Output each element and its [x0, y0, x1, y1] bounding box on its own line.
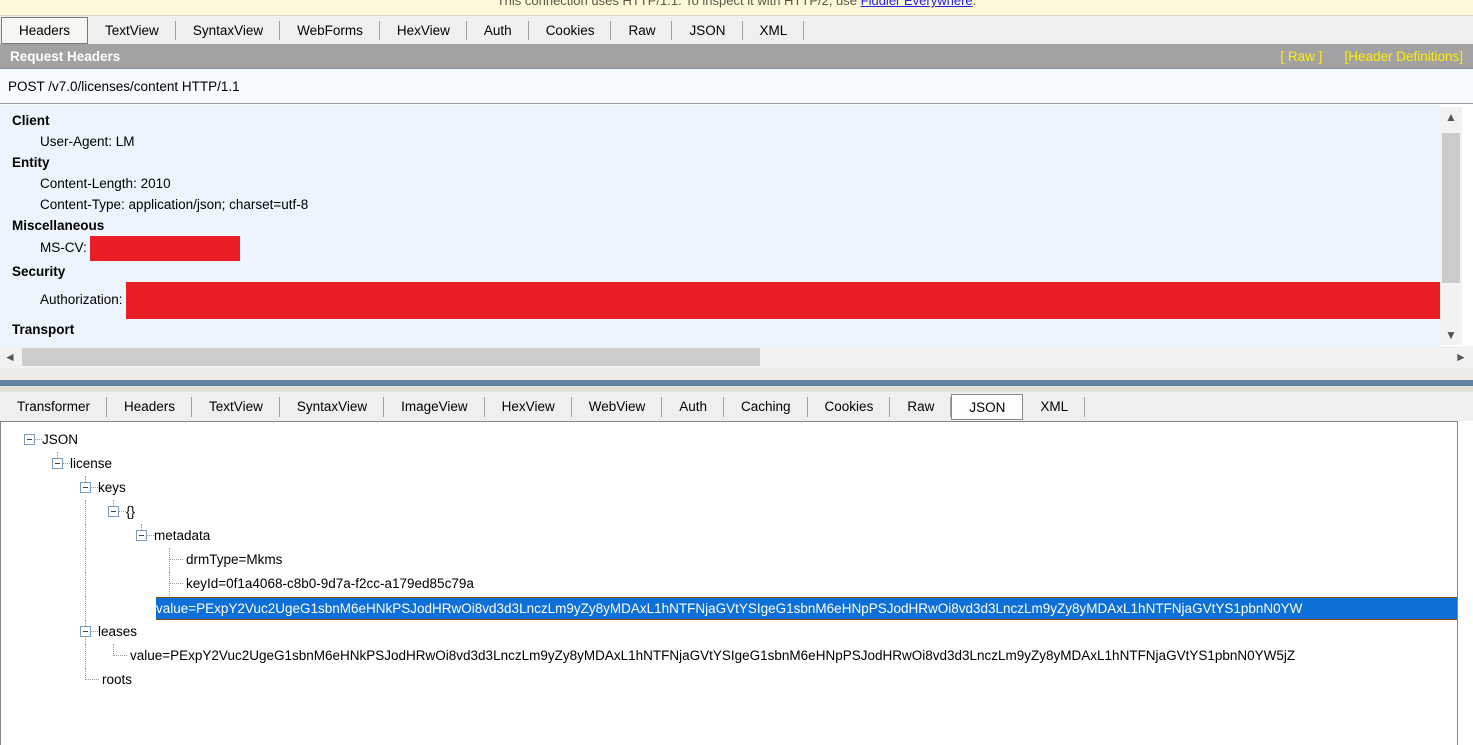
scroll-down-icon[interactable]: ▼ [1440, 325, 1462, 345]
tree-node-label[interactable]: keyId=0f1a4068-c8b0-9d7a-f2cc-a179ed85c7… [186, 572, 474, 596]
request-headers-title-bar: Request Headers [ Raw ] [Header Definiti… [0, 44, 1473, 68]
tree-row[interactable]: roots [1, 668, 1457, 692]
tab-raw[interactable]: Raw [611, 16, 672, 44]
request-headers-title: Request Headers [10, 49, 1258, 64]
tab-raw[interactable]: Raw [890, 392, 951, 421]
tab-headers[interactable]: Headers [107, 392, 192, 421]
header-section-transport: Transport [12, 319, 1440, 340]
tree-expander-icon[interactable] [108, 506, 119, 517]
tab-imageview[interactable]: ImageView [384, 392, 485, 421]
tab-syntaxview[interactable]: SyntaxView [280, 392, 384, 421]
tab-xml[interactable]: XML [1023, 392, 1085, 421]
header-item[interactable]: MS-CV: [12, 236, 1440, 261]
tab-textview[interactable]: TextView [192, 392, 280, 421]
tree-row[interactable]: value=PExpY2Vuc2UgeG1sbnM6eHNkPSJodHRwOi… [1, 644, 1457, 668]
header-item-text: Authorization: [40, 292, 123, 307]
tree-node-label[interactable]: roots [102, 668, 132, 692]
tree-node-label[interactable]: drmType=Mkms [186, 548, 282, 572]
http-version-notice: This connection uses HTTP/1.1. To inspec… [0, 0, 1473, 15]
header-item-text: MS-CV: [40, 240, 87, 255]
tree-node-label[interactable]: license [70, 452, 112, 476]
tab-hexview[interactable]: HexView [485, 392, 572, 421]
tab-cookies[interactable]: Cookies [529, 16, 612, 44]
header-section-security: Security [12, 261, 1440, 282]
tree-row[interactable]: keys [1, 476, 1457, 500]
tree-node-label-selected[interactable]: value=PExpY2Vuc2UgeG1sbnM6eHNkPSJodHRwOi… [156, 597, 1457, 620]
fiddler-everywhere-link[interactable]: Fiddler Everywhere [861, 0, 973, 8]
tab-caching[interactable]: Caching [724, 392, 808, 421]
tree-node-label[interactable]: {} [126, 500, 135, 524]
header-item[interactable]: User-Agent: LM [12, 131, 1440, 152]
tab-json[interactable]: JSON [951, 394, 1023, 420]
tab-json[interactable]: JSON [672, 16, 742, 44]
tab-syntaxview[interactable]: SyntaxView [176, 16, 280, 44]
tree-row[interactable]: value=PExpY2Vuc2UgeG1sbnM6eHNkPSJodHRwOi… [1, 596, 1457, 620]
header-item[interactable]: Authorization: [12, 282, 1440, 319]
notice-suffix: . [973, 0, 977, 8]
header-item-text: Content-Length: 2010 [40, 176, 171, 191]
header-section-client: Client [12, 110, 1440, 131]
scroll-up-icon[interactable]: ▲ [1440, 107, 1462, 127]
redaction-overlay [90, 236, 240, 261]
raw-link[interactable]: [ Raw ] [1280, 49, 1322, 64]
scroll-right-icon[interactable]: ► [1451, 346, 1471, 368]
tab-cookies[interactable]: Cookies [808, 392, 891, 421]
request-inspector-tabs: HeadersTextViewSyntaxViewWebFormsHexView… [0, 15, 1473, 44]
redaction-overlay [126, 282, 1440, 319]
tab-webforms[interactable]: WebForms [280, 16, 380, 44]
request-line-text: POST /v7.0/licenses/content HTTP/1.1 [8, 79, 240, 94]
tab-textview[interactable]: TextView [88, 16, 176, 44]
tree-expander-icon[interactable] [80, 482, 91, 493]
tree-expander-icon[interactable] [24, 434, 35, 445]
tab-hexview[interactable]: HexView [380, 16, 467, 44]
tree-row[interactable]: drmType=Mkms [1, 548, 1457, 572]
request-headers-pane: Client User-Agent: LM Entity Content-Length… [0, 105, 1440, 346]
tab-auth[interactable]: Auth [467, 16, 529, 44]
tab-auth[interactable]: Auth [662, 392, 724, 421]
headers-vertical-scrollbar[interactable]: ▲ ▼ [1440, 107, 1462, 345]
tree-row[interactable]: keyId=0f1a4068-c8b0-9d7a-f2cc-a179ed85c7… [1, 572, 1457, 596]
header-section-miscellaneous: Miscellaneous [12, 215, 1440, 236]
vertical-scroll-thumb[interactable] [1442, 133, 1460, 283]
tab-webview[interactable]: WebView [572, 392, 663, 421]
header-item-text: Content-Type: application/json; charset=… [40, 197, 308, 212]
header-section-entity: Entity [12, 152, 1440, 173]
tab-xml[interactable]: XML [743, 16, 805, 44]
tree-node-label[interactable]: value=PExpY2Vuc2UgeG1sbnM6eHNkPSJodHRwOi… [130, 644, 1295, 668]
horizontal-scroll-thumb[interactable] [22, 348, 760, 366]
tree-expander-icon[interactable] [80, 626, 91, 637]
tree-row[interactable]: {} [1, 500, 1457, 524]
header-item-text: User-Agent: LM [40, 134, 135, 149]
scroll-left-icon[interactable]: ◄ [0, 346, 20, 368]
headers-horizontal-scrollbar[interactable]: ◄ ► [0, 346, 1473, 368]
json-tree: JSONlicensekeys{} metadatadrmType=Mkmskey… [0, 421, 1458, 745]
tab-headers[interactable]: Headers [1, 17, 88, 44]
tree-expander-icon[interactable] [136, 530, 147, 541]
tree-node-label[interactable]: leases [98, 620, 137, 644]
tree-row[interactable]: leases [1, 620, 1457, 644]
tree-node-label[interactable]: metadata [154, 524, 210, 548]
pane-gap [0, 368, 1473, 380]
tree-row[interactable]: metadata [1, 524, 1457, 548]
tree-row[interactable]: license [1, 452, 1457, 476]
response-inspector-tabs: TransformerHeadersTextViewSyntaxViewImag… [0, 392, 1473, 421]
request-line[interactable]: POST /v7.0/licenses/content HTTP/1.1 [0, 68, 1473, 104]
tree-row[interactable]: JSON [1, 428, 1457, 452]
header-item[interactable]: Content-Type: application/json; charset=… [12, 194, 1440, 215]
notice-text: This connection uses HTTP/1.1. To inspec… [497, 0, 861, 8]
header-item[interactable]: Content-Length: 2010 [12, 173, 1440, 194]
header-definitions-link[interactable]: [Header Definitions] [1344, 49, 1463, 64]
tree-expander-icon[interactable] [52, 458, 63, 469]
tree-node-label[interactable]: keys [98, 476, 126, 500]
tree-node-label[interactable]: JSON [42, 428, 78, 452]
tab-transformer[interactable]: Transformer [0, 392, 107, 421]
